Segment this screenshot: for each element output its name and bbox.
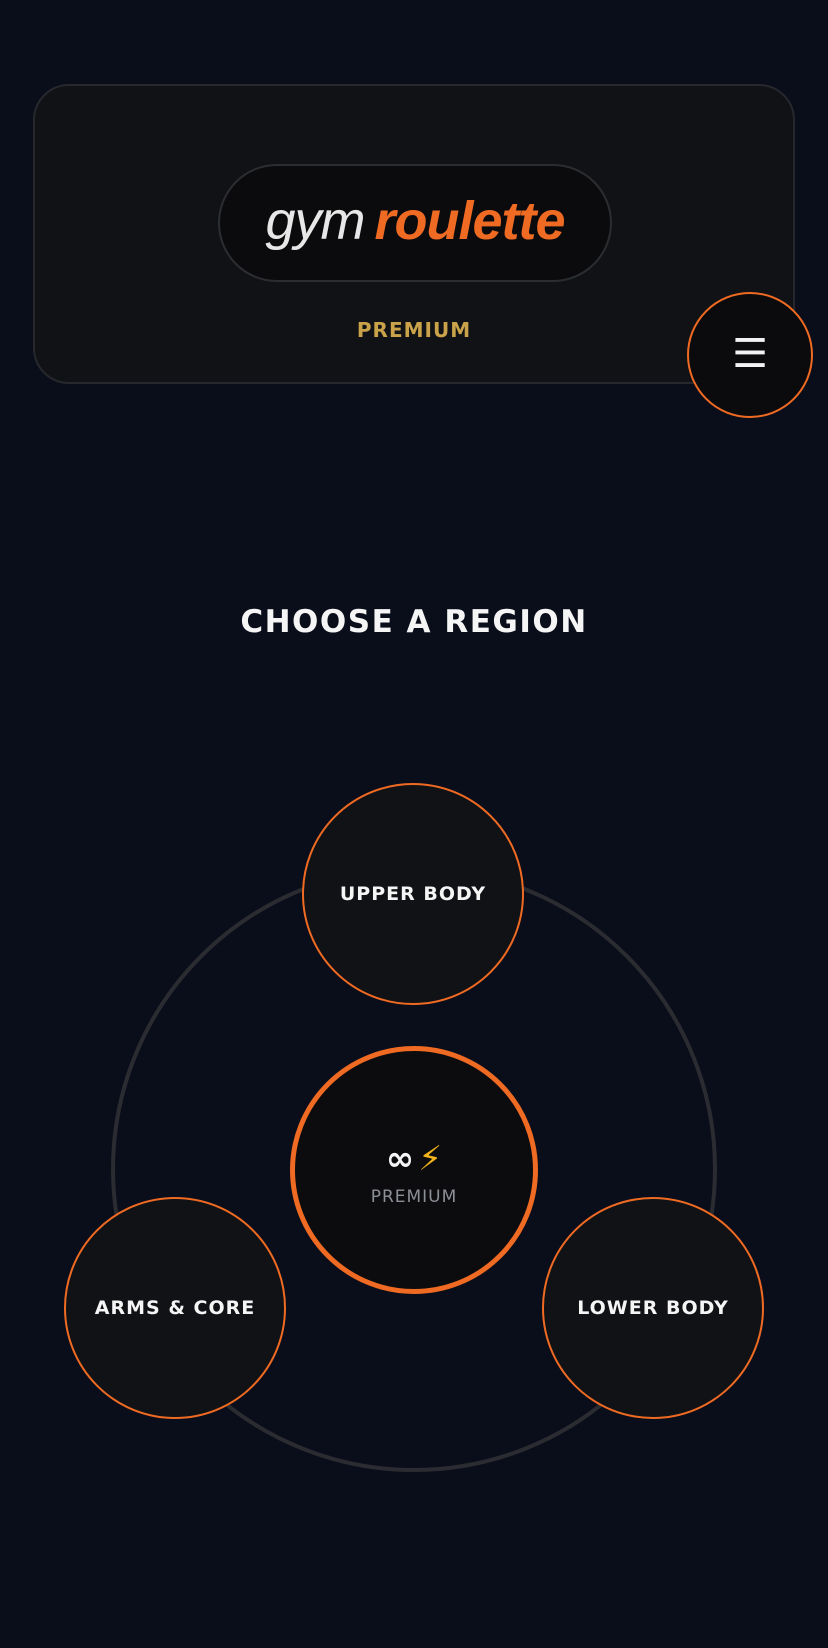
region-lower-body-button[interactable]: LOWER BODY — [542, 1197, 764, 1419]
region-label: LOWER BODY — [577, 1297, 729, 1319]
menu-button[interactable]: ☰ — [687, 292, 813, 418]
tier-label: PREMIUM — [356, 318, 472, 342]
hamburger-menu-icon: ☰ — [732, 331, 768, 377]
hub-premium-label: PREMIUM — [370, 1187, 458, 1207]
region-label: ARMS & CORE — [94, 1297, 256, 1319]
region-label: UPPER BODY — [339, 883, 487, 905]
page-title: CHOOSE A REGION — [240, 604, 588, 640]
logo-word-roulette: roulette — [374, 191, 565, 251]
lightning-bolt-icon: ⚡ — [418, 1139, 443, 1179]
hub-icons: ∞ ⚡ — [295, 1139, 533, 1179]
region-arms-core-button[interactable]: ARMS & CORE — [64, 1197, 286, 1419]
infinity-icon: ∞ — [385, 1139, 415, 1179]
region-upper-body-button[interactable]: UPPER BODY — [302, 783, 524, 1005]
premium-hub-button[interactable]: ∞ ⚡ PREMIUM — [290, 1046, 538, 1294]
app-logo: gym roulette — [218, 164, 612, 282]
logo-word-gym: gym — [265, 191, 365, 251]
header-card: gym roulette PREMIUM — [33, 84, 795, 384]
